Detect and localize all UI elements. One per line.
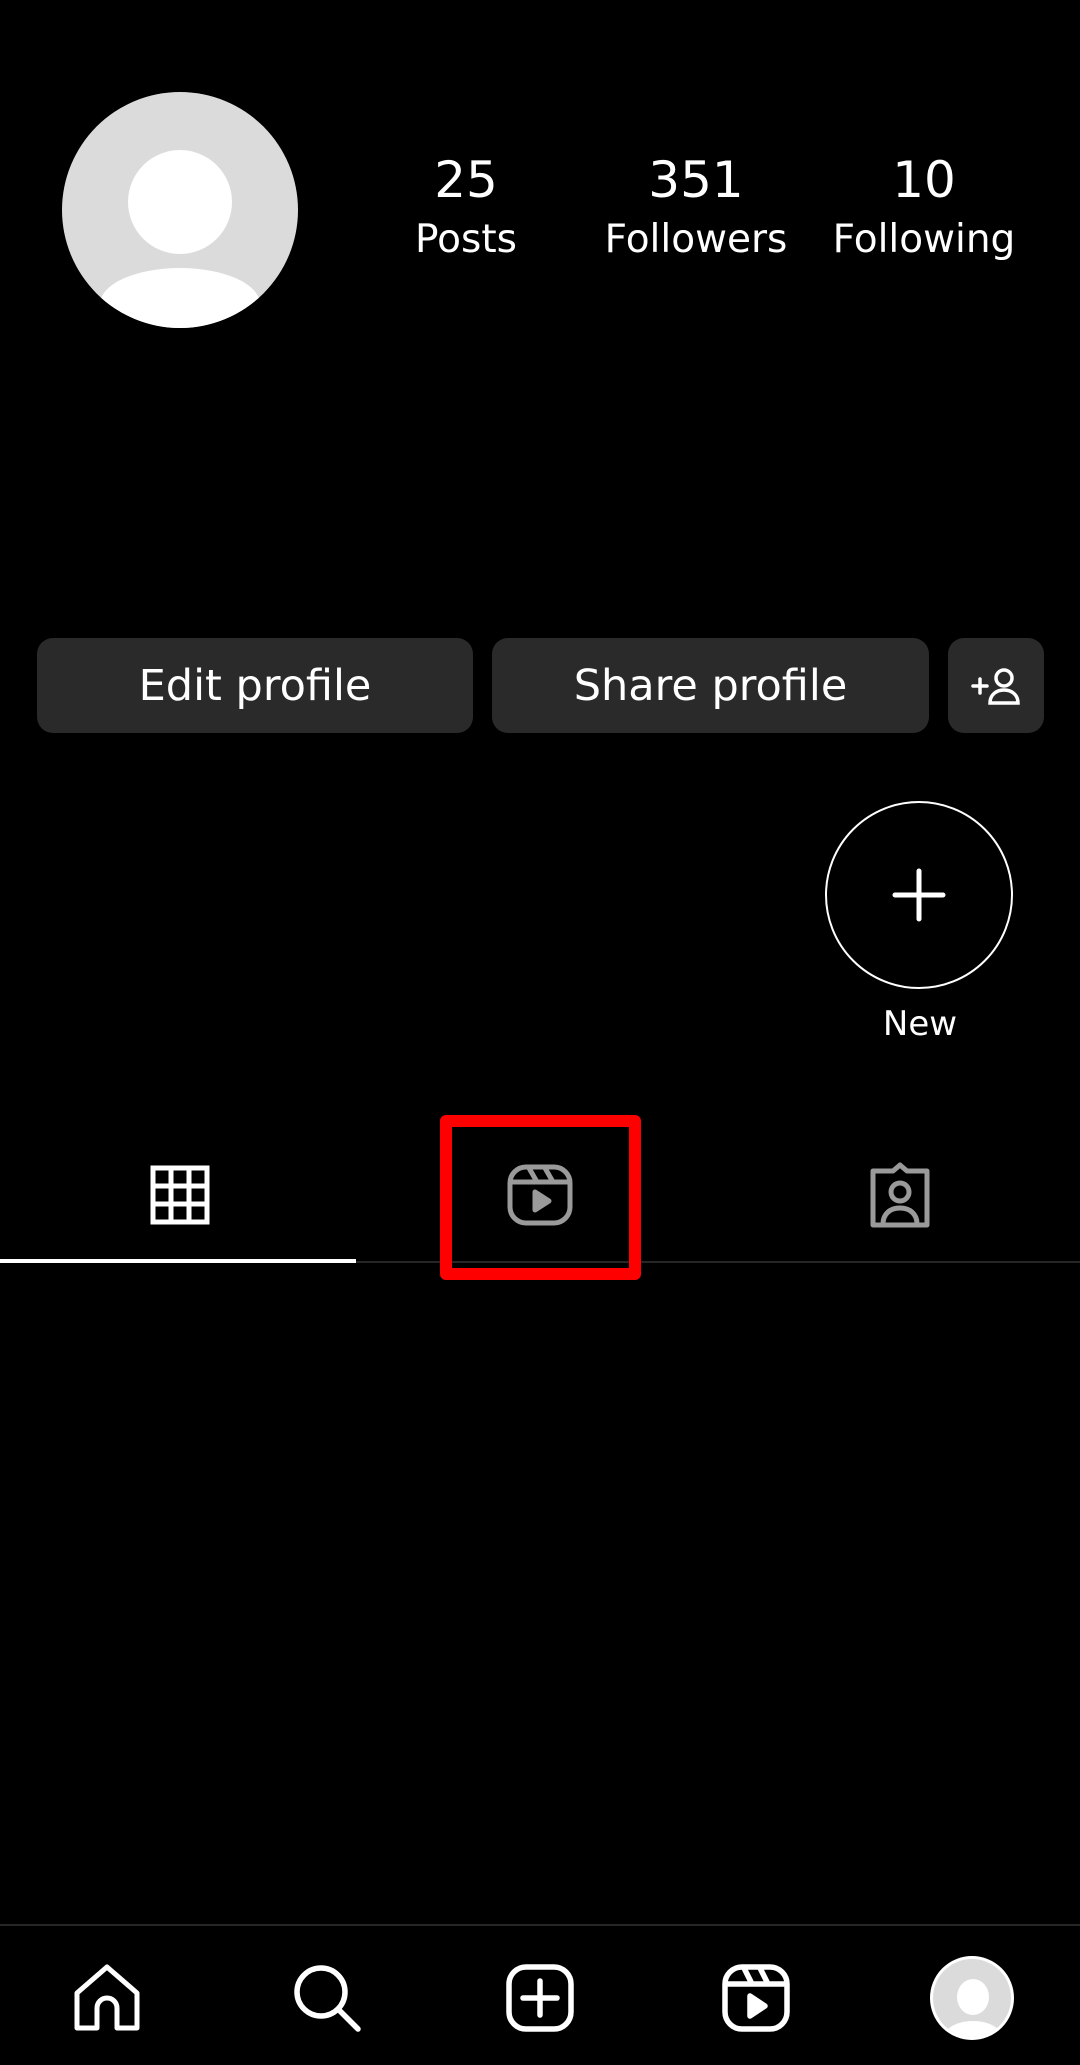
active-tab-indicator <box>0 1259 356 1263</box>
nav-reels[interactable] <box>706 1950 806 2045</box>
create-icon <box>506 1963 574 2032</box>
nav-search[interactable] <box>277 1950 377 2045</box>
posts-label: Posts <box>415 217 517 262</box>
grid-icon <box>150 1165 210 1225</box>
followers-count: 351 <box>648 151 744 209</box>
tab-posts-grid[interactable] <box>0 1140 360 1250</box>
share-profile-label: Share profile <box>573 660 848 711</box>
add-person-icon <box>971 667 1020 705</box>
profile-avatar[interactable] <box>62 92 298 328</box>
following-count: 10 <box>892 151 956 209</box>
tab-tagged[interactable] <box>720 1140 1080 1250</box>
tagged-person-icon <box>870 1162 930 1228</box>
profile-avatar <box>930 1955 1014 2040</box>
avatar-head <box>128 150 232 254</box>
avatar-body <box>100 268 260 328</box>
search-icon <box>294 1964 361 2032</box>
share-profile-button[interactable]: Share profile <box>492 638 929 733</box>
following-label: Following <box>832 217 1016 262</box>
home-icon <box>74 1964 140 2030</box>
nav-home[interactable] <box>57 1950 157 2045</box>
discover-people-button[interactable] <box>948 638 1044 733</box>
plus-icon <box>892 868 946 922</box>
nav-create[interactable] <box>490 1950 590 2045</box>
new-highlight-label: New <box>882 1004 958 1044</box>
edit-profile-button[interactable]: Edit profile <box>37 638 473 733</box>
nav-profile[interactable] <box>922 1950 1022 2045</box>
stat-posts[interactable]: 25 Posts <box>356 148 576 268</box>
reels-icon <box>722 1963 790 2032</box>
stat-following[interactable]: 10 Following <box>814 148 1034 268</box>
new-highlight-button[interactable] <box>825 801 1013 989</box>
reels-tab-highlight-box <box>440 1115 641 1280</box>
followers-label: Followers <box>604 217 788 262</box>
bottom-nav-divider <box>0 1924 1080 1926</box>
posts-count: 25 <box>434 151 498 209</box>
edit-profile-label: Edit profile <box>138 660 372 711</box>
stat-followers[interactable]: 351 Followers <box>586 148 806 268</box>
